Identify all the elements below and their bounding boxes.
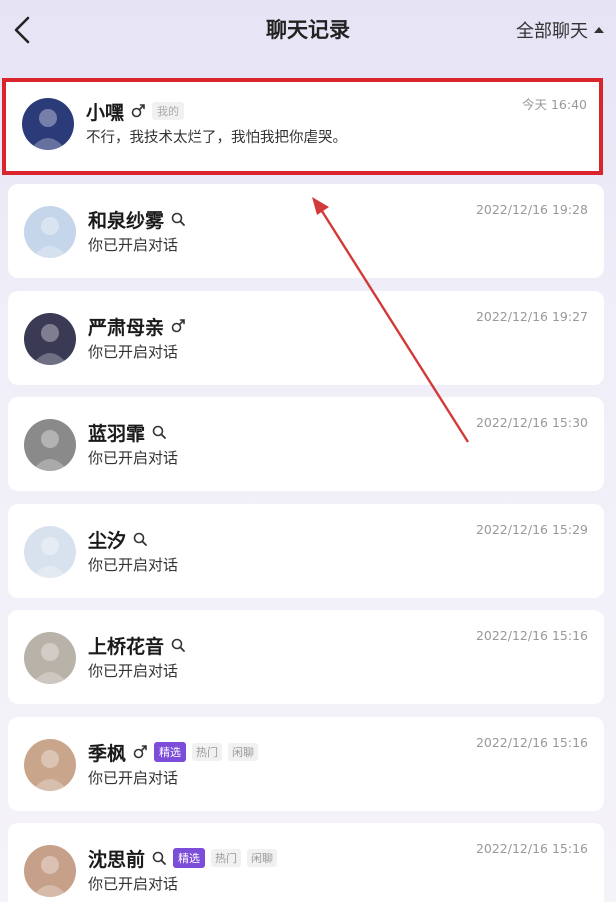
chat-item[interactable]: 蓝羽霏 2022/12/16 15:30 你已开启对话 xyxy=(8,397,604,491)
tag-plain: 闲聊 xyxy=(228,743,259,761)
last-message: 你已开启对话 xyxy=(88,343,179,361)
avatar xyxy=(24,845,76,897)
tag-plain: 热门 xyxy=(211,849,242,867)
timestamp: 今天 16:40 xyxy=(522,97,587,112)
timestamp: 2022/12/16 15:16 xyxy=(475,735,588,750)
chat-item[interactable]: 上桥花音 2022/12/16 15:16 你已开启对话 xyxy=(8,610,604,704)
contact-name: 季枫 xyxy=(88,742,127,765)
male-gender-icon xyxy=(132,744,148,760)
chat-filter-label: 全部聊天 xyxy=(516,21,588,42)
chat-item-highlighted[interactable]: 小嘿 我的 今天 16:40 不行，我技术太烂了，我怕我把你虐哭。 xyxy=(2,78,603,175)
name-row: 和泉纱雾 xyxy=(88,206,186,232)
avatar xyxy=(24,632,76,684)
contact-name: 严肃母亲 xyxy=(88,316,165,339)
tag-featured: 精选 xyxy=(154,742,187,762)
search-icon xyxy=(151,424,167,440)
timestamp: 2022/12/16 15:16 xyxy=(475,841,588,856)
timestamp: 2022/12/16 15:29 xyxy=(475,522,588,537)
name-row: 蓝羽霏 xyxy=(88,419,167,445)
chat-filter-dropdown[interactable]: 全部聊天 xyxy=(516,17,604,43)
header: 聊天记录 全部聊天 xyxy=(0,0,616,62)
contact-name: 尘汐 xyxy=(88,529,127,552)
tag-featured: 精选 xyxy=(173,848,206,868)
contact-name: 小嘿 xyxy=(86,101,125,124)
name-row: 严肃母亲 xyxy=(88,313,186,339)
avatar xyxy=(24,313,76,365)
last-message: 你已开启对话 xyxy=(88,769,179,787)
last-message: 你已开启对话 xyxy=(88,875,179,893)
tag-mine: 我的 xyxy=(152,102,185,120)
timestamp: 2022/12/16 15:16 xyxy=(475,628,588,643)
search-icon xyxy=(132,531,148,547)
contact-name: 和泉纱雾 xyxy=(88,209,165,232)
search-icon xyxy=(170,211,186,227)
chat-item[interactable]: 季枫 精选 热门 闲聊 2022/12/16 15:16 你已开启对话 xyxy=(8,717,604,811)
search-icon xyxy=(151,850,167,866)
caret-up-icon xyxy=(594,27,604,33)
avatar xyxy=(24,526,76,578)
last-message: 你已开启对话 xyxy=(88,556,179,574)
contact-name: 蓝羽霏 xyxy=(88,422,146,445)
tag-plain: 热门 xyxy=(192,743,223,761)
name-row: 季枫 精选 热门 闲聊 xyxy=(88,739,259,765)
timestamp: 2022/12/16 19:28 xyxy=(475,202,588,217)
chat-history-page: 聊天记录 全部聊天 小嘿 我的 今天 16:40 不行，我技术太烂了，我怕我把你虐哭。… xyxy=(0,0,616,902)
last-message: 你已开启对话 xyxy=(88,449,179,467)
timestamp: 2022/12/16 19:27 xyxy=(475,309,588,324)
male-gender-icon xyxy=(130,103,146,119)
last-message: 不行，我技术太烂了，我怕我把你虐哭。 xyxy=(86,130,347,146)
chat-item[interactable]: 严肃母亲 2022/12/16 19:27 你已开启对话 xyxy=(8,291,604,385)
search-icon xyxy=(170,637,186,653)
chat-item[interactable]: 沈思前 精选 热门 闲聊 2022/12/16 15:16 你已开启对话 xyxy=(8,823,604,902)
tag-plain: 闲聊 xyxy=(247,849,278,867)
chat-item[interactable]: 和泉纱雾 2022/12/16 19:28 你已开启对话 xyxy=(8,184,604,278)
chat-item[interactable]: 尘汐 2022/12/16 15:29 你已开启对话 xyxy=(8,504,604,598)
avatar xyxy=(24,206,76,258)
name-row: 小嘿 我的 xyxy=(86,98,185,124)
avatar xyxy=(24,739,76,791)
timestamp: 2022/12/16 15:30 xyxy=(475,415,588,430)
contact-name: 上桥花音 xyxy=(88,635,165,658)
name-row: 尘汐 xyxy=(88,526,148,552)
avatar xyxy=(24,419,76,471)
male-gender-icon xyxy=(170,318,186,334)
avatar xyxy=(22,98,74,150)
name-row: 上桥花音 xyxy=(88,632,186,658)
name-row: 沈思前 精选 热门 闲聊 xyxy=(88,845,278,871)
last-message: 你已开启对话 xyxy=(88,236,179,254)
contact-name: 沈思前 xyxy=(88,848,146,871)
last-message: 你已开启对话 xyxy=(88,662,179,680)
